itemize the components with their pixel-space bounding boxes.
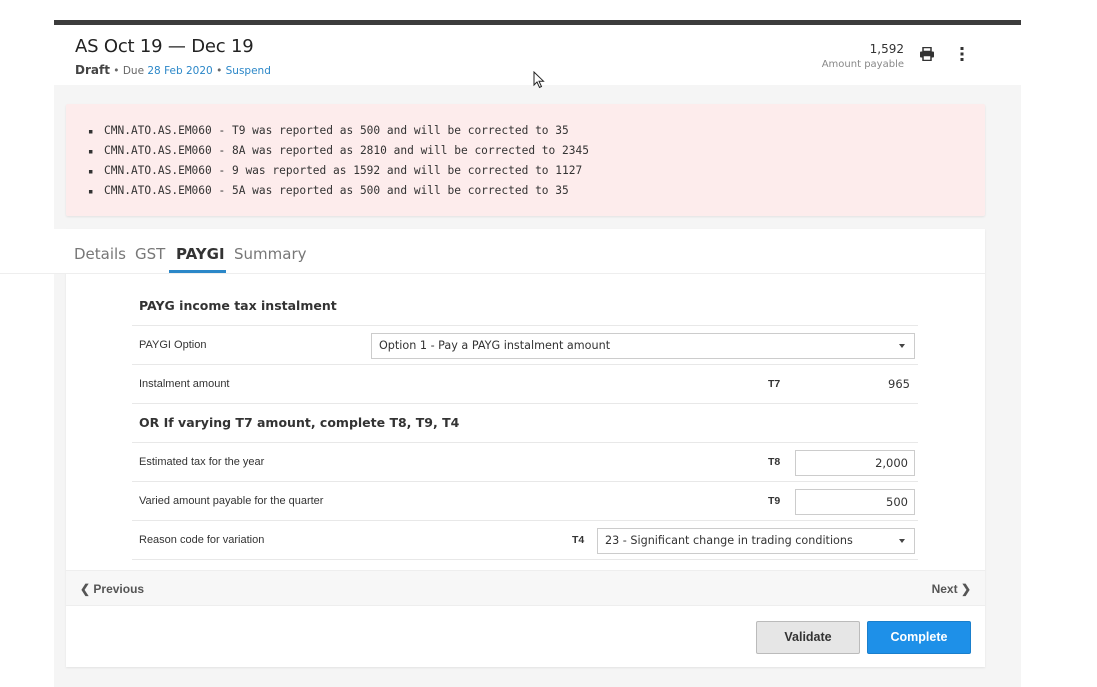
chevron-down-icon xyxy=(899,344,905,348)
due-date-link[interactable]: 28 Feb 2020 xyxy=(147,65,212,77)
estimated-tax-input[interactable]: 2,000 xyxy=(795,450,915,476)
error-list: CMN.ATO.AS.EM060 - T9 was reported as 50… xyxy=(88,121,589,201)
complete-button[interactable]: Complete xyxy=(867,621,971,654)
varied-amount-row: Varied amount payable for the quarter T9… xyxy=(132,482,918,521)
reason-code-select[interactable]: 23 - Significant change in trading condi… xyxy=(597,528,915,554)
paygi-option-label: PAYGI Option xyxy=(139,339,207,351)
validation-errors-panel: CMN.ATO.AS.EM060 - T9 was reported as 50… xyxy=(66,104,985,216)
varied-amount-code: T9 xyxy=(768,495,781,507)
active-tab-indicator xyxy=(169,270,226,273)
separator: • xyxy=(113,65,120,77)
next-label: Next xyxy=(931,582,958,596)
error-item: CMN.ATO.AS.EM060 - T9 was reported as 50… xyxy=(88,121,589,141)
tab-summary[interactable]: Summary xyxy=(234,245,307,263)
chevron-left-icon: ❮ xyxy=(80,582,91,596)
varied-amount-label: Varied amount payable for the quarter xyxy=(139,495,324,507)
instalment-label: Instalment amount xyxy=(139,378,230,390)
separator: • xyxy=(216,65,223,77)
error-item: CMN.ATO.AS.EM060 - 8A was reported as 28… xyxy=(88,141,589,161)
page-subtitle: Draft • Due 28 Feb 2020 • Suspend xyxy=(75,63,271,77)
section-header-row: PAYG income tax instalment xyxy=(132,287,918,326)
error-item: CMN.ATO.AS.EM060 - 9 was reported as 159… xyxy=(88,161,589,181)
tab-details[interactable]: Details xyxy=(74,245,126,263)
section-title-varying: OR If varying T7 amount, complete T8, T9… xyxy=(139,415,460,430)
print-icon[interactable] xyxy=(919,47,935,61)
paygi-option-value: Option 1 - Pay a PAYG instalment amount xyxy=(379,339,611,352)
section-title-payg: PAYG income tax instalment xyxy=(139,298,337,313)
validate-button[interactable]: Validate xyxy=(756,621,860,654)
chevron-down-icon xyxy=(899,539,905,543)
instalment-code: T7 xyxy=(768,378,781,390)
amount-payable-value: 1,592 xyxy=(869,42,904,56)
error-item: CMN.ATO.AS.EM060 - 5A was reported as 50… xyxy=(88,181,589,201)
paygi-option-row: PAYGI Option Option 1 - Pay a PAYG insta… xyxy=(132,326,918,365)
reason-code-value: 23 - Significant change in trading condi… xyxy=(605,534,853,547)
more-vertical-icon[interactable] xyxy=(959,46,965,62)
due-label: Due xyxy=(122,65,145,77)
chevron-right-icon: ❯ xyxy=(960,582,971,596)
amount-payable-label: Amount payable xyxy=(821,59,904,70)
tab-bar: Details GST PAYGI Summary xyxy=(0,229,985,274)
estimated-tax-code: T8 xyxy=(768,456,781,468)
instalment-value: 965 xyxy=(888,377,910,391)
previous-label: Previous xyxy=(93,582,145,596)
wizard-nav-bar: ❮ Previous Next ❯ xyxy=(66,570,985,606)
page-title: AS Oct 19 — Dec 19 xyxy=(75,36,254,57)
previous-button[interactable]: ❮ Previous xyxy=(80,582,144,596)
varied-amount-input[interactable]: 500 xyxy=(795,489,915,515)
status-label: Draft xyxy=(75,63,110,77)
instalment-row: Instalment amount T7 965 xyxy=(132,365,918,404)
estimated-tax-row: Estimated tax for the year T8 2,000 xyxy=(132,443,918,482)
mouse-cursor-icon xyxy=(533,71,545,89)
estimated-tax-label: Estimated tax for the year xyxy=(139,456,265,468)
paygi-option-select[interactable]: Option 1 - Pay a PAYG instalment amount xyxy=(371,333,915,359)
next-button[interactable]: Next ❯ xyxy=(932,582,971,596)
reason-code-label: Reason code for variation xyxy=(139,534,265,546)
section-header-row: OR If varying T7 amount, complete T8, T9… xyxy=(132,404,918,443)
form-card: Details GST PAYGI Summary PAYG income ta… xyxy=(0,229,985,667)
reason-code-code: T4 xyxy=(572,534,585,546)
reason-code-row: Reason code for variation T4 23 - Signif… xyxy=(132,521,918,560)
tab-gst[interactable]: GST xyxy=(135,245,165,263)
suspend-link[interactable]: Suspend xyxy=(226,65,271,77)
tab-paygi[interactable]: PAYGI xyxy=(176,245,225,263)
